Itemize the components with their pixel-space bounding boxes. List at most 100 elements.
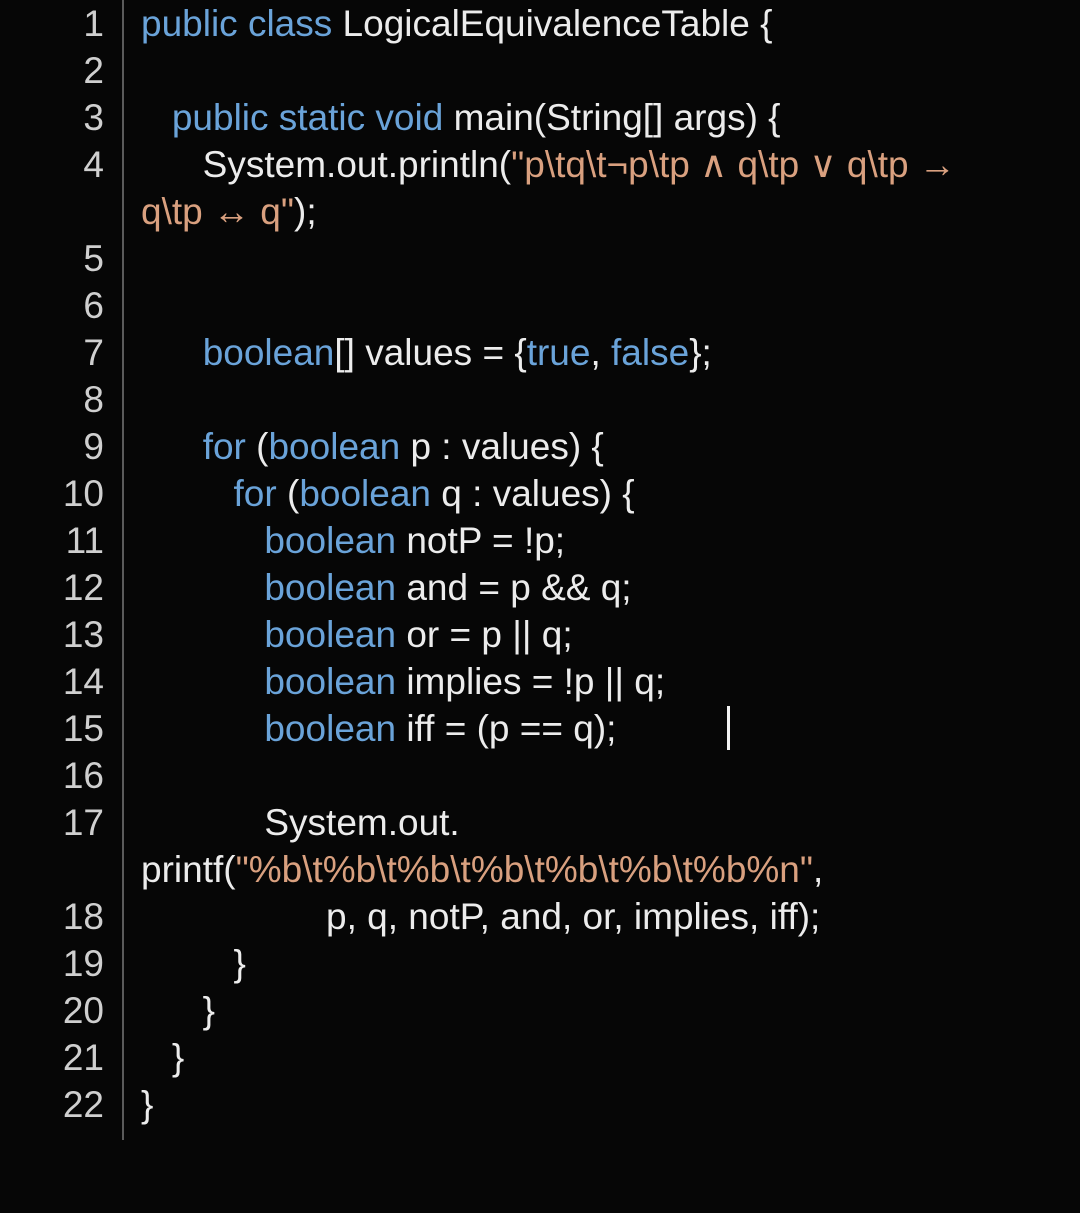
- code-token: (: [276, 473, 300, 514]
- line-number: 20: [62, 990, 104, 1031]
- code-token: }: [141, 943, 246, 984]
- code-token: );: [294, 191, 317, 232]
- line-number: 10: [62, 473, 104, 514]
- text-cursor: [727, 706, 730, 750]
- code-line[interactable]: 20 }: [0, 987, 1080, 1034]
- code-text: boolean and = p && q;: [141, 564, 1080, 611]
- code-text: boolean implies = !p || q;: [141, 658, 1080, 705]
- code-token: };: [689, 332, 712, 373]
- code-line[interactable]: 10 for (boolean q : values) {: [0, 470, 1080, 517]
- keyword-token: false: [611, 332, 690, 373]
- code-text: public static void main(String[] args) {: [141, 94, 1080, 141]
- line-number: 3: [83, 97, 104, 138]
- code-text: q\tp ↔ q");: [141, 188, 1080, 235]
- code-line[interactable]: 5: [0, 235, 1080, 282]
- line-number: 12: [62, 567, 104, 608]
- line-number: 16: [62, 755, 104, 796]
- code-line[interactable]: 12 boolean and = p && q;: [0, 564, 1080, 611]
- code-line[interactable]: printf("%b\t%b\t%b\t%b\t%b\t%b\t%b%n",: [0, 846, 1080, 893]
- code-token: [] values = {: [334, 332, 527, 373]
- code-text: System.out.: [141, 799, 1080, 846]
- line-number: 22: [62, 1084, 104, 1125]
- line-number: 11: [65, 520, 104, 561]
- code-line[interactable]: 15 boolean iff = (p == q);: [0, 705, 1080, 752]
- code-line[interactable]: 9 for (boolean p : values) {: [0, 423, 1080, 470]
- keyword-token: boolean: [264, 614, 397, 655]
- line-number: 8: [83, 379, 104, 420]
- code-line[interactable]: 21 }: [0, 1034, 1080, 1081]
- line-number: 21: [62, 1037, 104, 1078]
- code-line[interactable]: 3 public static void main(String[] args)…: [0, 94, 1080, 141]
- code-line[interactable]: 13 boolean or = p || q;: [0, 611, 1080, 658]
- keyword-token: boolean: [264, 520, 397, 561]
- line-number: 7: [83, 332, 104, 373]
- code-line[interactable]: 16: [0, 752, 1080, 799]
- keyword-token: boolean: [202, 332, 335, 373]
- code-token: }: [141, 990, 216, 1031]
- line-number: 2: [83, 50, 104, 91]
- string-token: q\tp ↔ q": [141, 191, 294, 232]
- code-text: boolean[] values = {true, false};: [141, 329, 1080, 376]
- keyword-token: for: [233, 473, 277, 514]
- keyword-token: true: [526, 332, 591, 373]
- code-line[interactable]: 1 public class LogicalEquivalenceTable {: [0, 0, 1080, 47]
- code-line[interactable]: 6: [0, 282, 1080, 329]
- code-text: boolean notP = !p;: [141, 517, 1080, 564]
- code-line[interactable]: 4 System.out.println("p\tq\t¬p\tp ∧ q\tp…: [0, 141, 1080, 188]
- code-text: printf("%b\t%b\t%b\t%b\t%b\t%b\t%b%n",: [141, 846, 1080, 893]
- code-line[interactable]: 8: [0, 376, 1080, 423]
- code-text: for (boolean p : values) {: [141, 423, 1080, 470]
- string-token: "%b\t%b\t%b\t%b\t%b\t%b\t%b%n": [235, 849, 814, 890]
- line-number: 14: [62, 661, 104, 702]
- code-token: System.out.: [141, 802, 460, 843]
- line-number: 15: [62, 708, 104, 749]
- line-number: 9: [83, 426, 104, 467]
- code-token: and = p && q;: [396, 567, 632, 608]
- code-token: }: [141, 1084, 154, 1125]
- code-token: (: [245, 426, 269, 467]
- code-line[interactable]: 14 boolean implies = !p || q;: [0, 658, 1080, 705]
- code-line[interactable]: 11 boolean notP = !p;: [0, 517, 1080, 564]
- keyword-token: boolean: [299, 473, 432, 514]
- line-number: 5: [83, 238, 104, 279]
- code-line[interactable]: 18 p, q, notP, and, or, implies, iff);: [0, 893, 1080, 940]
- line-number: 18: [62, 896, 104, 937]
- code-token: or = p || q;: [396, 614, 573, 655]
- code-token: p : values) {: [400, 426, 604, 467]
- code-text: for (boolean q : values) {: [141, 470, 1080, 517]
- code-token: implies = !p || q;: [396, 661, 666, 702]
- code-token: ,: [590, 332, 612, 373]
- code-line[interactable]: 19 }: [0, 940, 1080, 987]
- code-line[interactable]: 2: [0, 47, 1080, 94]
- code-line[interactable]: 22}: [0, 1081, 1080, 1128]
- code-token: main(String[] args) {: [443, 97, 781, 138]
- code-token: }: [141, 1037, 185, 1078]
- line-number: 17: [62, 802, 104, 843]
- code-line[interactable]: 17 System.out.: [0, 799, 1080, 846]
- code-line[interactable]: q\tp ↔ q");: [0, 188, 1080, 235]
- code-token: iff = (p == q);: [396, 708, 617, 749]
- line-number: 13: [62, 614, 104, 655]
- keyword-token: boolean: [268, 426, 401, 467]
- line-number: 6: [83, 285, 104, 326]
- keyword-token: for: [202, 426, 246, 467]
- code-text: }: [141, 987, 1080, 1034]
- line-number: 19: [62, 943, 104, 984]
- string-token: "p\tq\t¬p\tp ∧ q\tp ∨ q\tp →: [511, 144, 956, 185]
- code-text: boolean or = p || q;: [141, 611, 1080, 658]
- keyword-token: boolean: [264, 708, 397, 749]
- code-text: boolean iff = (p == q);: [141, 705, 1080, 752]
- code-token: ,: [813, 849, 824, 890]
- code-text: }: [141, 1081, 1080, 1128]
- code-token: p, q, notP, and, or, implies, iff);: [141, 896, 821, 937]
- code-line[interactable]: 7 boolean[] values = {true, false};: [0, 329, 1080, 376]
- code-token: System.out.println(: [141, 144, 512, 185]
- code-editor[interactable]: 1 public class LogicalEquivalenceTable {2…: [0, 0, 1080, 1213]
